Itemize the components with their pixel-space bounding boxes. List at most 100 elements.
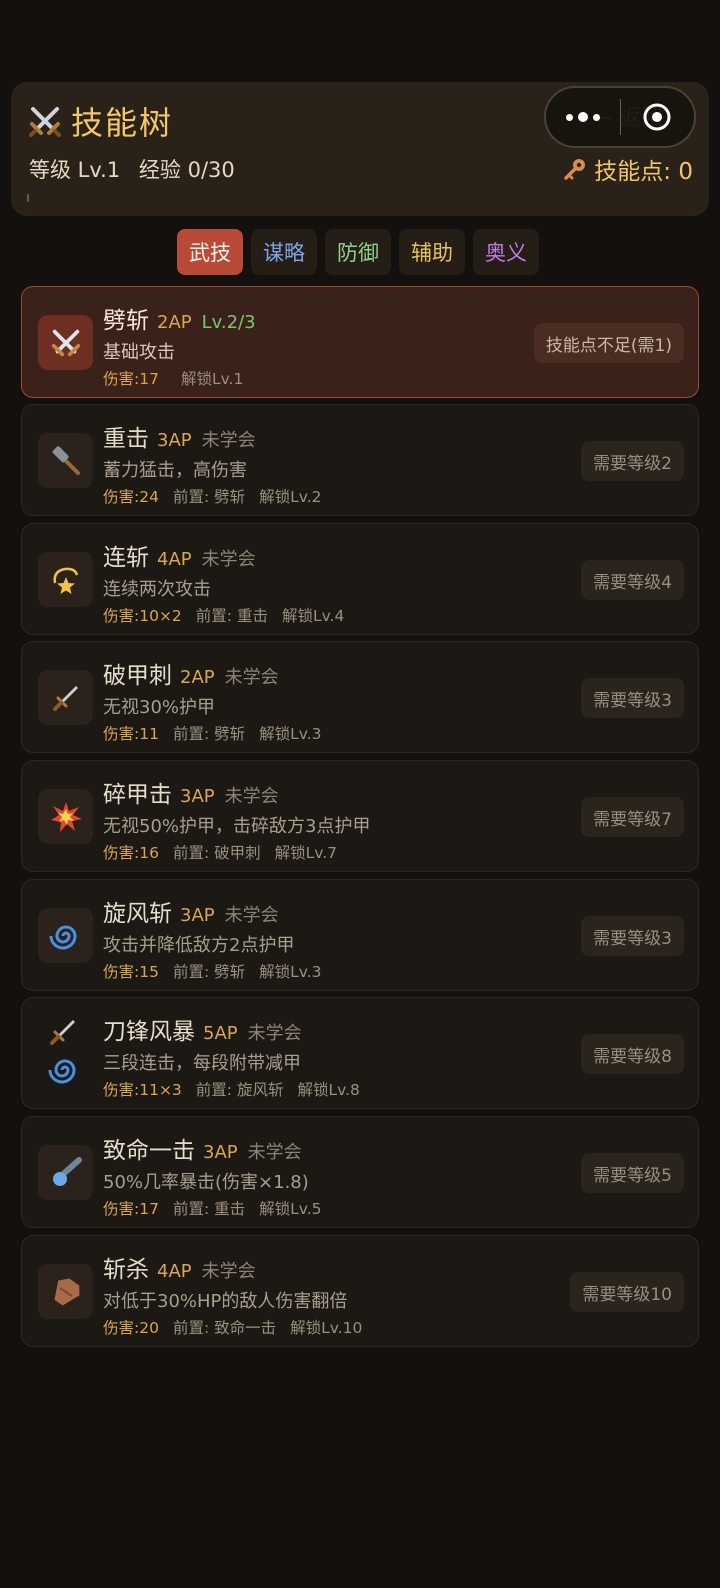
skill-name: 碎甲击 xyxy=(103,782,172,808)
level-info: 等级 Lv.1 经验 0/30 xyxy=(29,154,247,184)
skill-points: 技能点: 0 xyxy=(562,152,693,186)
skill-prereq: 前置: 重击 xyxy=(172,1200,246,1218)
skill-name-row: 刀锋风暴 5AP 未学会 xyxy=(103,1012,302,1046)
skill-cost: 4AP xyxy=(157,1261,192,1282)
skill-name: 致命一击 xyxy=(103,1138,195,1164)
skill-prereq: 前置: 破甲刺 xyxy=(172,844,261,862)
skill-name: 旋风斩 xyxy=(103,901,172,927)
skill-card-4[interactable]: 碎甲击 3AP 未学会 无视50%护甲，击碎敌方3点护甲 伤害:16 前置: 破甲刺 解锁L… xyxy=(21,760,699,872)
target-close-icon xyxy=(643,103,671,131)
skill-card-7[interactable]: 致命一击 3AP 未学会 50%几率暴击(伤害×1.8) 伤害:17 前置: 重击 解锁Lv… xyxy=(21,1116,699,1228)
skill-name-row: 致命一击 3AP 未学会 xyxy=(103,1131,302,1165)
skill-learn-button[interactable]: 需要等级2 xyxy=(581,441,684,481)
dizzy-star-icon xyxy=(38,552,93,607)
skill-damage: 伤害:11 xyxy=(103,725,159,743)
skill-description: 攻击并降低敌方2点护甲 xyxy=(103,935,295,956)
hammer-icon xyxy=(38,433,93,488)
skill-prereq: 前置: 旋风斩 xyxy=(195,1081,284,1099)
skill-status: 未学会 xyxy=(201,430,256,451)
comet-icon xyxy=(38,1145,93,1200)
skill-card-3[interactable]: 破甲刺 2AP 未学会 无视30%护甲 伤害:11 前置: 劈斩 解锁Lv.3 需要等级3 xyxy=(21,641,699,753)
skill-status: 未学会 xyxy=(224,667,279,688)
skill-name: 重击 xyxy=(103,426,149,452)
skill-card-5[interactable]: 旋风斩 3AP 未学会 攻击并降低敌方2点护甲 伤害:15 前置: 劈斩 解锁Lv.3 需要等… xyxy=(21,879,699,991)
crossed-swords-icon xyxy=(38,315,93,370)
skill-cost: 2AP xyxy=(157,312,192,333)
skill-meta: 伤害:24 前置: 劈斩 解锁Lv.2 xyxy=(103,485,322,507)
skill-damage: 伤害:11×3 xyxy=(103,1081,182,1099)
skill-cost: 5AP xyxy=(203,1023,238,1044)
tab-2[interactable]: 防御 xyxy=(325,229,391,275)
skill-status: Lv.2/3 xyxy=(201,312,256,333)
skill-card-2[interactable]: 连斩 4AP 未学会 连续两次攻击 伤害:10×2 前置: 重击 解锁Lv.4 需要等级4 xyxy=(21,523,699,635)
coffin-icon xyxy=(38,1264,93,1319)
skill-meta: 伤害:17 前置: 重击 解锁Lv.5 xyxy=(103,1197,322,1219)
skill-damage: 伤害:16 xyxy=(103,844,159,862)
skill-unlock: 解锁Lv.7 xyxy=(274,844,338,862)
skill-unlock: 解锁Lv.1 xyxy=(180,370,244,388)
skill-learn-button[interactable]: 技能点不足(需1) xyxy=(533,323,684,363)
tab-4[interactable]: 奥义 xyxy=(473,229,539,275)
skill-card-8[interactable]: 斩杀 4AP 未学会 对低于30%HP的敌人伤害翻倍 伤害:20 前置: 致命一击 解锁Lv… xyxy=(21,1235,699,1347)
dot xyxy=(592,113,600,121)
xp-progress-bar xyxy=(27,194,29,202)
skill-learn-button[interactable]: 需要等级8 xyxy=(581,1034,684,1074)
skill-card-0[interactable]: 劈斩 2AP Lv.2/3 基础攻击 伤害:17 解锁Lv.1 技能点不足(需1) xyxy=(21,286,699,398)
skill-status: 未学会 xyxy=(201,549,256,570)
skill-learn-button[interactable]: 需要等级7 xyxy=(581,797,684,837)
skill-meta: 伤害:20 前置: 致命一击 解锁Lv.10 xyxy=(103,1316,362,1338)
skill-cost: 2AP xyxy=(180,667,215,688)
skill-damage: 伤害:15 xyxy=(103,963,159,981)
skill-name-row: 连斩 4AP 未学会 xyxy=(103,538,256,572)
category-tabs: 武技 谋略 防御 辅助 奥义 xyxy=(177,229,539,275)
skill-damage: 伤害:10×2 xyxy=(103,607,182,625)
skill-unlock: 解锁Lv.3 xyxy=(259,963,322,981)
skill-name-row: 斩杀 4AP 未学会 xyxy=(103,1250,256,1284)
skill-card-6[interactable]: 刀锋风暴 5AP 未学会 三段连击，每段附带减甲 伤害:11×3 前置: 旋风斩 解锁Lv.… xyxy=(21,997,699,1109)
skill-prereq: 前置: 劈斩 xyxy=(172,725,246,743)
skill-damage: 伤害:17 xyxy=(103,370,159,388)
skill-learn-button[interactable]: 需要等级3 xyxy=(581,678,684,718)
skill-description: 50%几率暴击(伤害×1.8) xyxy=(103,1172,309,1193)
skill-description: 基础攻击 xyxy=(103,342,175,363)
skill-learn-button[interactable]: 需要等级10 xyxy=(570,1272,684,1312)
skill-status: 未学会 xyxy=(224,905,279,926)
skill-status: 未学会 xyxy=(201,1261,256,1282)
skill-meta: 伤害:11 前置: 劈斩 解锁Lv.3 xyxy=(103,722,322,744)
skill-damage: 伤害:24 xyxy=(103,488,159,506)
crossed-swords-icon xyxy=(29,107,61,137)
skill-status: 未学会 xyxy=(247,1023,302,1044)
skill-name: 破甲刺 xyxy=(103,663,172,689)
close-miniprogram-button[interactable] xyxy=(621,102,695,132)
skill-unlock: 解锁Lv.4 xyxy=(281,607,345,625)
skill-learn-button[interactable]: 需要等级3 xyxy=(581,916,684,956)
tab-0[interactable]: 武技 xyxy=(177,229,243,275)
skill-learn-button[interactable]: 需要等级4 xyxy=(581,560,684,600)
dot xyxy=(577,112,588,122)
explosion-icon xyxy=(38,789,93,844)
skill-meta: 伤害:15 前置: 劈斩 解锁Lv.3 xyxy=(103,960,322,982)
skill-card-1[interactable]: 重击 3AP 未学会 蓄力猛击，高伤害 伤害:24 前置: 劈斩 解锁Lv.2 需要等级2 xyxy=(21,404,699,516)
skill-learn-button[interactable]: 需要等级5 xyxy=(581,1153,684,1193)
skill-prereq: 前置: 致命一击 xyxy=(172,1319,277,1337)
dagger-icon xyxy=(38,670,93,725)
skill-name-row: 破甲刺 2AP 未学会 xyxy=(103,656,279,690)
skill-prereq: 前置: 重击 xyxy=(195,607,268,625)
skill-unlock: 解锁Lv.2 xyxy=(259,488,322,506)
skill-description: 三段连击，每段附带减甲 xyxy=(103,1053,301,1074)
skill-cost: 3AP xyxy=(203,1142,238,1163)
more-options-button[interactable] xyxy=(546,112,620,122)
tab-3[interactable]: 辅助 xyxy=(399,229,465,275)
tab-1[interactable]: 谋略 xyxy=(251,229,317,275)
skill-meta: 伤害:10×2 前置: 重击 解锁Lv.4 xyxy=(103,604,344,626)
skill-cost: 3AP xyxy=(180,786,215,807)
skill-unlock: 解锁Lv.3 xyxy=(259,725,322,743)
skill-name-row: 碎甲击 3AP 未学会 xyxy=(103,775,279,809)
skill-unlock: 解锁Lv.5 xyxy=(259,1200,322,1218)
skill-prereq: 前置: 劈斩 xyxy=(172,488,246,506)
skill-unlock: 解锁Lv.10 xyxy=(290,1319,363,1337)
skill-cost: 3AP xyxy=(157,430,192,451)
key-icon xyxy=(564,159,586,180)
skill-points-text: 技能点: 0 xyxy=(594,159,693,185)
skill-unlock: 解锁Lv.8 xyxy=(297,1081,360,1099)
